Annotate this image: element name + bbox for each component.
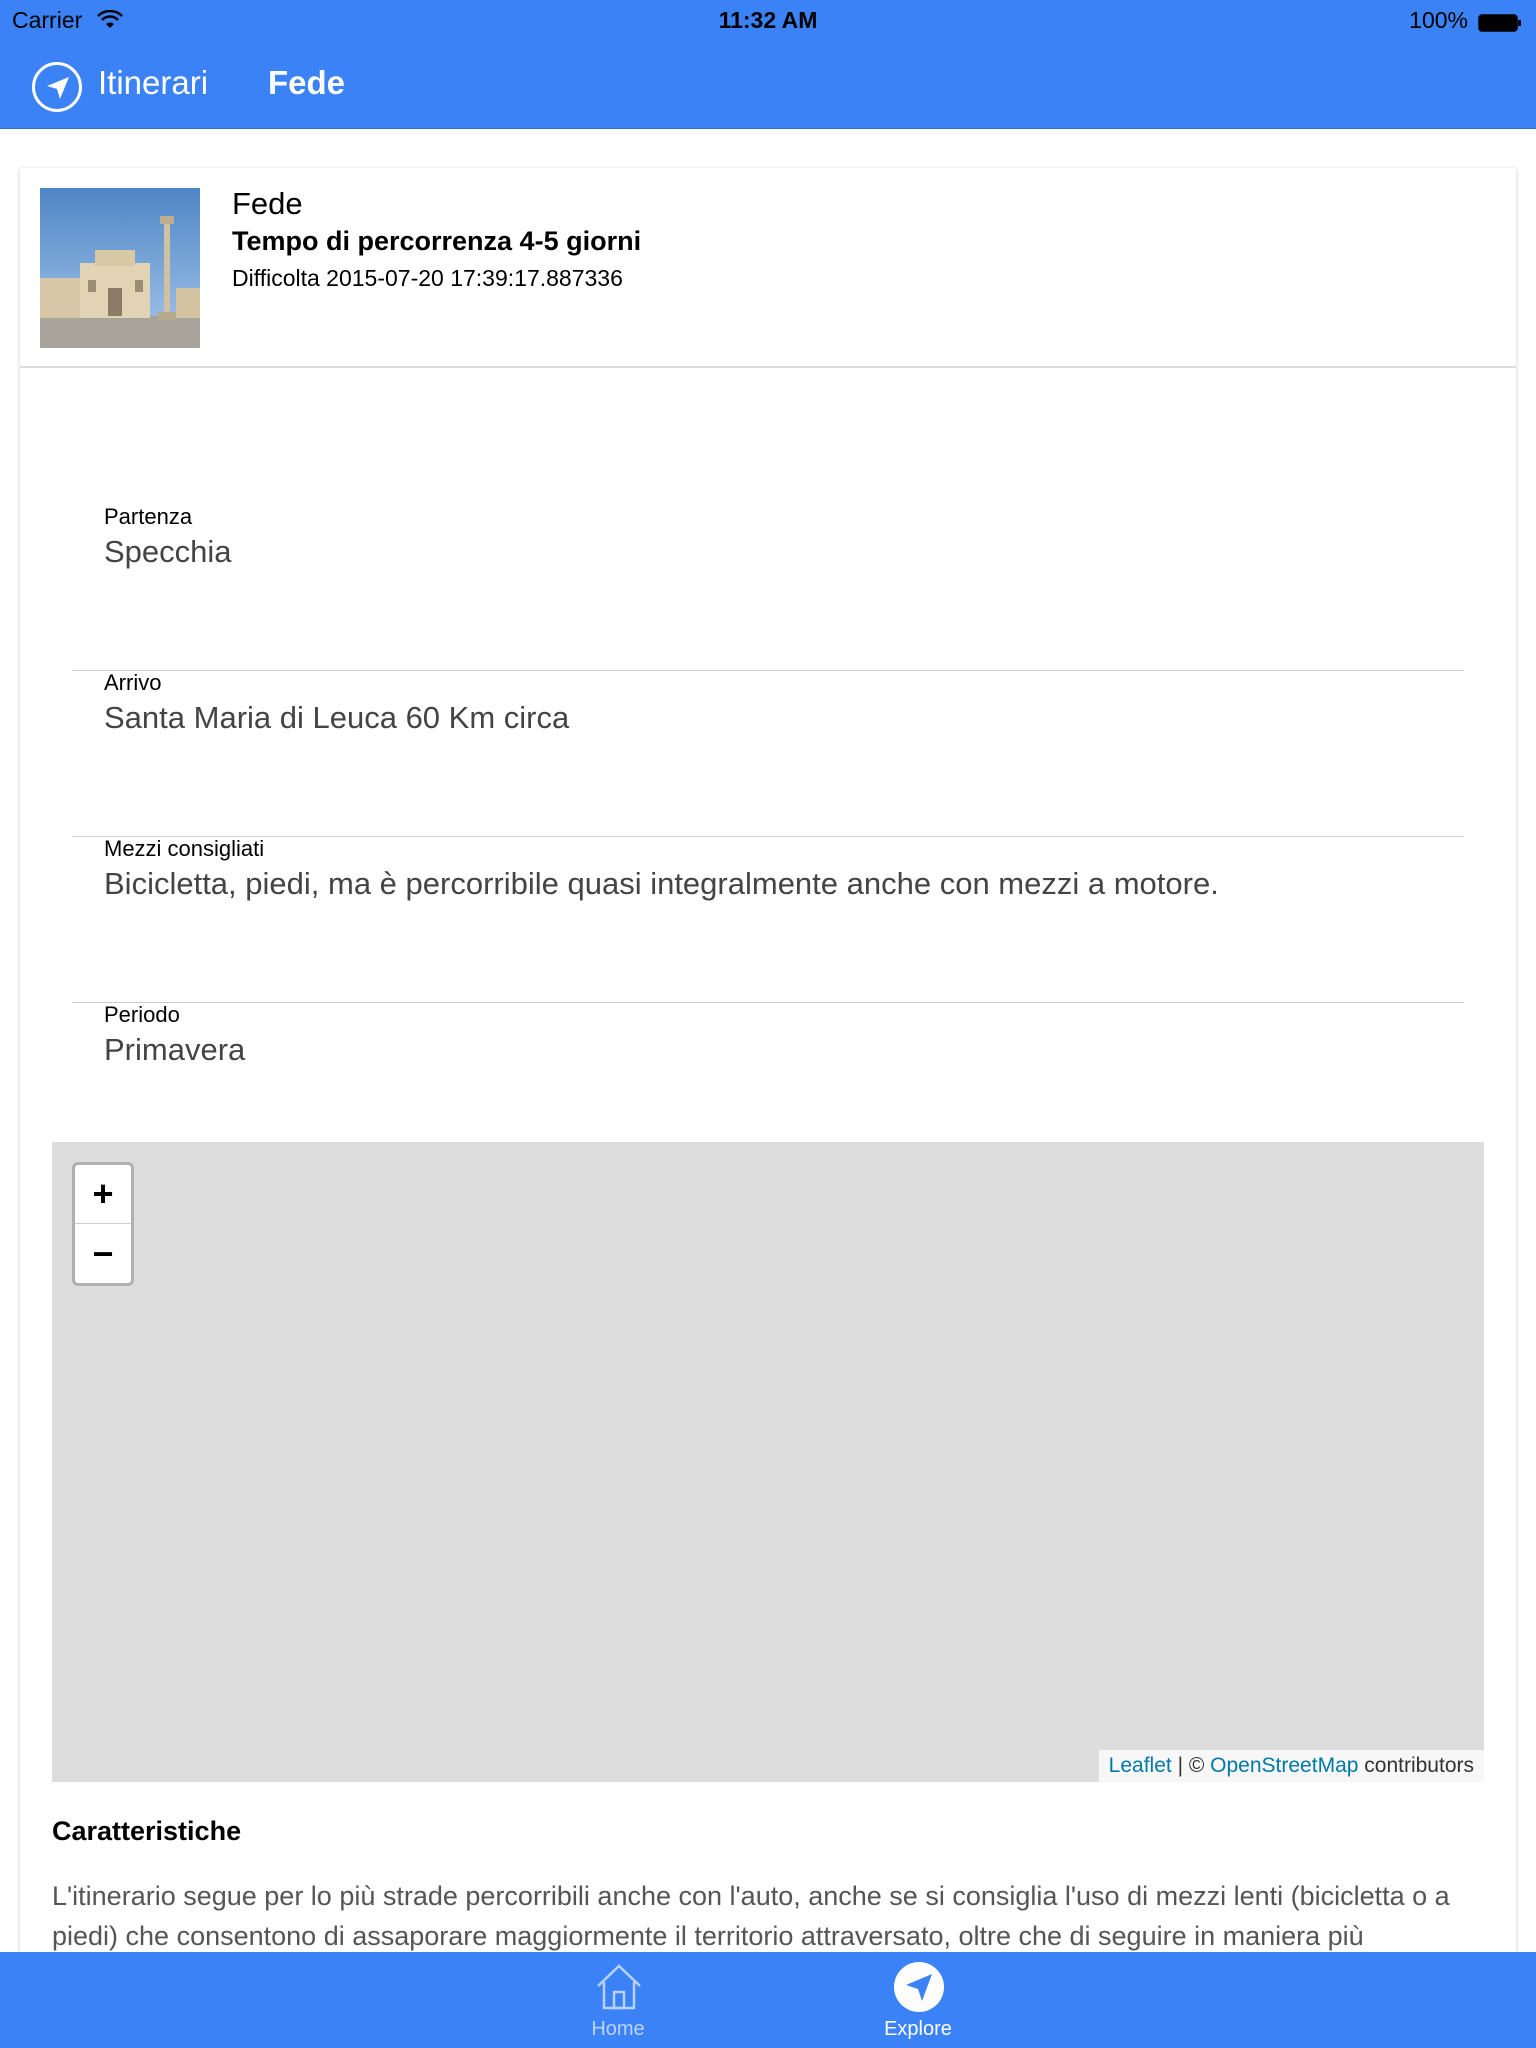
itinerary-title: Fede bbox=[232, 186, 303, 221]
itinerary-duration: Tempo di percorrenza 4-5 giorni bbox=[232, 226, 642, 256]
section-title: Caratteristiche bbox=[52, 1816, 242, 1846]
home-icon bbox=[594, 1962, 644, 2012]
field-label: Partenza bbox=[104, 504, 193, 529]
page-title: Fede bbox=[268, 64, 346, 101]
field-value: Santa Maria di Leuca 60 Km circa bbox=[104, 700, 570, 735]
section-text: L'itinerario segue per lo più strade per… bbox=[52, 1881, 1450, 1951]
battery-icon bbox=[1478, 11, 1522, 32]
itinerary-difficulty: Difficolta 2015-07-20 17:39:17.887336 bbox=[232, 265, 623, 291]
clock: 11:32 AM bbox=[718, 7, 818, 33]
zoom-out-button[interactable]: − bbox=[75, 1225, 131, 1283]
nav-bar: Itinerari Fede bbox=[0, 40, 1536, 129]
field-arrivo: Arrivo Santa Maria di Leuca 60 Km circa bbox=[72, 670, 1464, 837]
field-mezzi: Mezzi consigliati Bicicletta, piedi, ma … bbox=[72, 836, 1464, 1003]
map-view[interactable]: + − Leaflet | © OpenStreetMap contributo… bbox=[52, 1142, 1484, 1782]
map-attribution: Leaflet | © OpenStreetMap contributors bbox=[1098, 1750, 1484, 1782]
itinerary-card: Fede Tempo di percorrenza 4-5 giorni Dif… bbox=[20, 168, 1516, 2048]
tab-explore[interactable]: Explore bbox=[858, 1952, 978, 2048]
field-label: Periodo bbox=[104, 1002, 180, 1027]
itinerary-header: Fede Tempo di percorrenza 4-5 giorni Dif… bbox=[20, 168, 1516, 368]
nav-title[interactable]: Itinerari bbox=[98, 64, 208, 102]
field-label: Mezzi consigliati bbox=[104, 836, 265, 861]
navigation-arrow-icon[interactable] bbox=[32, 62, 82, 112]
zoom-control: + − bbox=[72, 1162, 134, 1286]
tab-bar: Home Explore bbox=[0, 1952, 1536, 2048]
navigation-arrow-icon bbox=[894, 1962, 944, 2012]
field-value: Primavera bbox=[104, 1032, 246, 1067]
field-label: Arrivo bbox=[104, 670, 162, 695]
field-value: Bicicletta, piedi, ma è percorribile qua… bbox=[104, 866, 1219, 901]
battery-percent: 100% bbox=[1409, 7, 1468, 33]
status-bar: Carrier 11:32 AM 100% bbox=[0, 0, 1536, 40]
field-value: Specchia bbox=[104, 534, 232, 569]
tab-home-label: Home bbox=[591, 2018, 645, 2040]
itinerary-thumbnail bbox=[40, 188, 200, 348]
zoom-in-button[interactable]: + bbox=[75, 1165, 131, 1224]
tab-home[interactable]: Home bbox=[558, 1952, 678, 2048]
openstreetmap-link[interactable]: OpenStreetMap bbox=[1210, 1754, 1358, 1777]
field-partenza: Partenza Specchia bbox=[72, 504, 1464, 671]
attribution-suffix: contributors bbox=[1358, 1754, 1474, 1777]
attribution-separator: | © bbox=[1171, 1754, 1211, 1777]
tab-explore-label: Explore bbox=[884, 2018, 952, 2040]
leaflet-link[interactable]: Leaflet bbox=[1109, 1754, 1172, 1777]
